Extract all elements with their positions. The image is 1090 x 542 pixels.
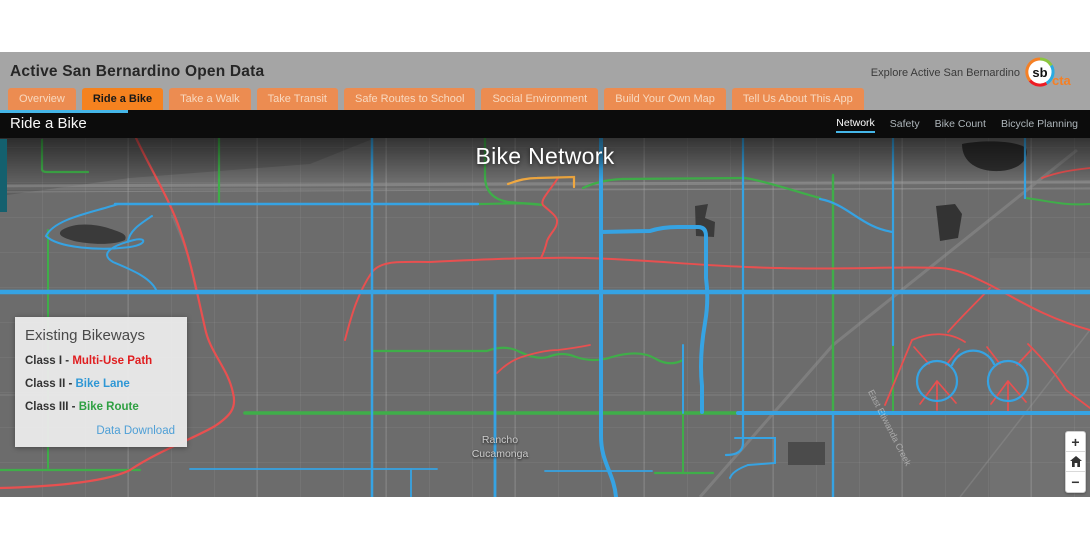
legend-title: Existing Bikeways [25,327,146,344]
page-bottom-margin [0,497,1090,542]
tab-take-transit[interactable]: Take Transit [256,88,338,110]
legend-class1-value: Multi-Use Path [72,355,153,367]
legend-entry-class3: Class III - Bike Route [25,401,139,413]
section-title: Ride a Bike [10,115,87,132]
legend-class3-value: Bike Route [78,401,139,413]
app-header: Active San Bernardino Open Data Explore … [0,52,1090,110]
tab-social-environment[interactable]: Social Environment [481,88,599,110]
legend-entry-class2: Class II - Bike Lane [25,378,130,390]
tab-tell-us-about-this-app[interactable]: Tell Us About This App [731,88,864,110]
page-top-margin [0,0,1090,52]
sbcta-logo[interactable]: sb cta [1024,55,1080,95]
data-download-link[interactable]: Data Download [25,425,175,437]
sbcta-logo-text: cta [1052,73,1071,88]
zoom-in-button[interactable]: + [1066,432,1085,452]
subnav-bike-count[interactable]: Bike Count [935,116,986,132]
main-tab-row: Overview Ride a Bike Take a Walk Take Tr… [8,88,864,110]
map-canvas[interactable]: Bike Network Rancho Cucamonga East Etiwa… [0,138,1090,497]
home-button[interactable] [1066,452,1085,472]
subnav-safety[interactable]: Safety [890,116,920,132]
legend-panel: Existing Bikeways Class I - Multi-Use Pa… [15,317,187,447]
tab-ride-a-bike[interactable]: Ride a Bike [81,88,164,110]
subnav-network[interactable]: Network [836,115,875,133]
legend-class2-value: Bike Lane [75,378,130,390]
tab-safe-routes-to-school[interactable]: Safe Routes to School [343,88,476,110]
explore-link[interactable]: Explore Active San Bernardino [871,67,1020,79]
svg-text:sb: sb [1032,65,1047,80]
home-icon [1069,456,1082,467]
tab-overview[interactable]: Overview [8,88,76,110]
tab-take-a-walk[interactable]: Take a Walk [169,88,251,110]
zoom-out-button[interactable]: − [1066,472,1085,492]
subnav-bicycle-planning[interactable]: Bicycle Planning [1001,116,1078,132]
section-header: Ride a Bike Network Safety Bike Count Bi… [0,110,1090,138]
map-title: Bike Network [475,143,615,169]
tab-build-your-own-map[interactable]: Build Your Own Map [604,88,726,110]
section-nav: Network Safety Bike Count Bicycle Planni… [836,110,1078,138]
legend-entry-class1: Class I - Multi-Use Path [25,355,153,367]
map-controls: + − [1065,431,1086,493]
page-title: Active San Bernardino Open Data [10,63,265,80]
place-label-rancho-cucamonga: Rancho Cucamonga [471,434,529,460]
loading-progress-bar [0,110,128,113]
